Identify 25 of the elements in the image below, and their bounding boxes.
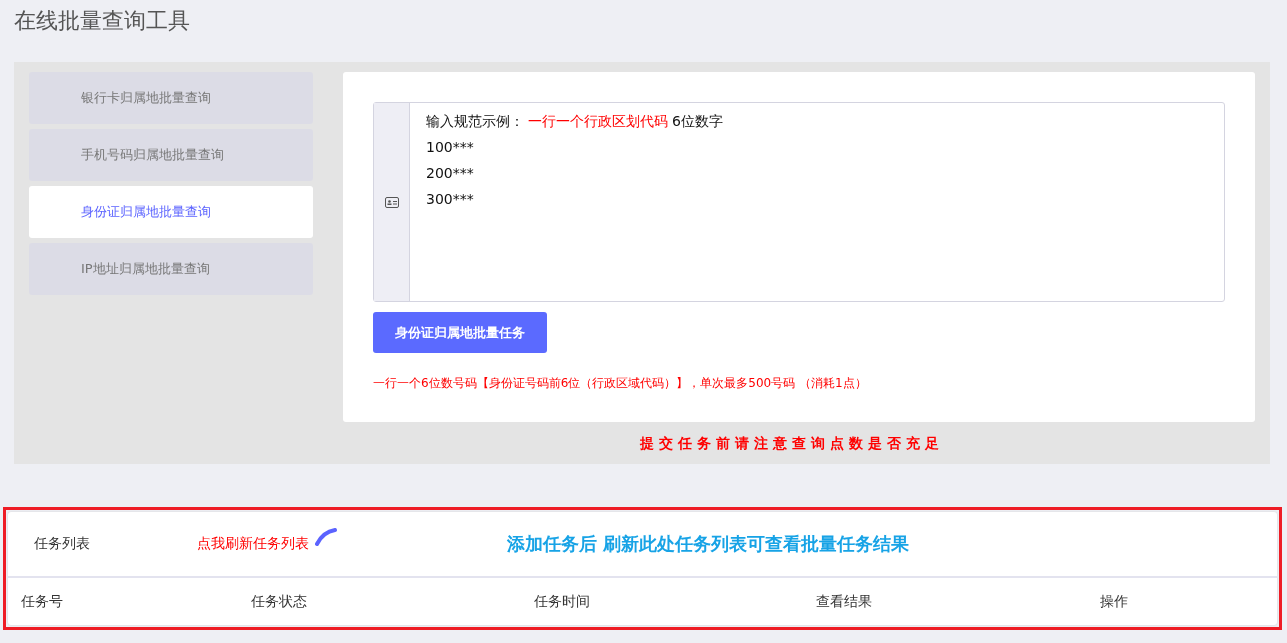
column-header: 操作 [1100, 592, 1129, 611]
submit-button[interactable]: 身份证归属地批量任务 [373, 312, 547, 353]
hint-label: 输入规范示例： [426, 112, 524, 131]
hint-rule: 一行一个行政区划代码 [528, 112, 668, 131]
sidebar-item[interactable]: IP地址归属地批量查询 [29, 243, 313, 295]
input-note: 一行一个6位数号码【身份证号码前6位（行政区域代码）】，单次最多500号码 （消耗1点） [373, 375, 868, 392]
refresh-link[interactable]: 点我刷新任务列表 [197, 535, 309, 553]
banner-text: 添加任务后 刷新此处任务列表可查看批量任务结果 [507, 532, 910, 556]
warning-text: 提交任务前请注意查询点数是否充足 [639, 435, 945, 453]
column-header: 任务时间 [534, 592, 591, 611]
example-line: 300*** [426, 190, 474, 209]
sidebar-item[interactable]: 身份证归属地批量查询 [29, 186, 313, 238]
brush-stroke-icon [315, 528, 337, 546]
input-field[interactable]: 输入规范示例： 一行一个行政区划代码 6位数字 100*** 200*** 300*** [373, 102, 1225, 302]
id-card-icon [384, 196, 399, 208]
sidebar-item[interactable]: 银行卡归属地批量查询 [29, 72, 313, 124]
column-header: 查看结果 [816, 592, 873, 611]
sidebar-item[interactable]: 手机号码归属地批量查询 [29, 129, 313, 181]
column-header: 任务状态 [251, 592, 308, 611]
hint-note: 6位数字 [672, 112, 723, 131]
column-header: 任务号 [21, 592, 64, 611]
example-line: 200*** [426, 164, 474, 183]
task-list-title: 任务列表 [34, 535, 91, 553]
page-title: 在线批量查询工具 [13, 7, 191, 35]
example-line: 100*** [426, 138, 474, 157]
